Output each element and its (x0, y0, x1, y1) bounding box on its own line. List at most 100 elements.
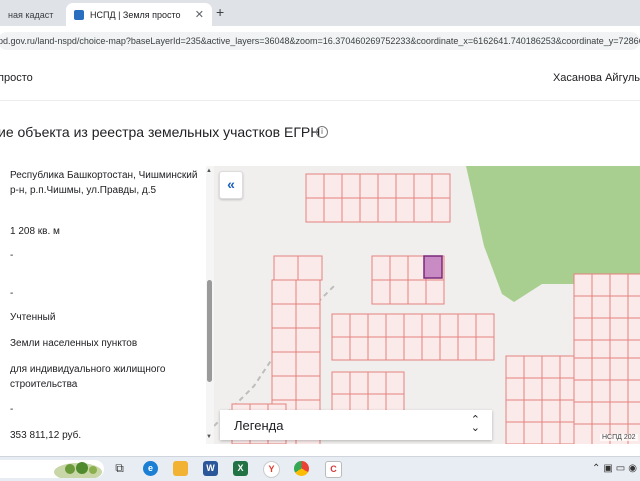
land-parcel (439, 336, 459, 361)
land-parcel (591, 317, 611, 341)
legend-dropdown[interactable]: Легенда ⌃ ⌄ (220, 410, 492, 440)
land-parcel (273, 255, 299, 281)
land-parcel (271, 279, 297, 305)
land-parcel (367, 336, 387, 361)
land-parcel (541, 377, 561, 401)
land-parcel (395, 173, 415, 199)
double-chevron-left-icon[interactable]: « (219, 171, 243, 199)
cadastral-value: 353 811,12 руб. (10, 430, 82, 441)
land-parcel (573, 357, 593, 381)
panel-scroll-thumb[interactable] (207, 280, 212, 382)
land-parcel (573, 295, 593, 319)
land-parcel (609, 379, 629, 403)
land-parcel (389, 255, 409, 281)
land-parcel (505, 399, 525, 423)
landscape-icon (54, 462, 102, 478)
browser-tab-nspd[interactable]: НСПД | Земля просто ✕ (66, 3, 212, 26)
site-brand[interactable]: просто (0, 72, 33, 84)
taskbar-search[interactable] (0, 460, 104, 478)
land-parcel (505, 355, 525, 379)
land-parcel (331, 371, 351, 395)
url-field[interactable]: pd.gov.ru/land-nspd/choice-map?baseLayer… (0, 32, 640, 50)
land-parcel (295, 279, 321, 305)
land-parcel (305, 197, 325, 223)
chevron-up-down-icon[interactable]: ⌃ ⌄ (471, 415, 480, 434)
excel-icon[interactable]: X (233, 461, 248, 476)
address-value: Республика Башкортостан, Чишминский р-н,… (10, 170, 198, 196)
land-parcel (505, 421, 525, 444)
land-parcel (573, 273, 593, 297)
land-parcel (573, 423, 593, 444)
land-parcel (627, 295, 640, 319)
land-parcel (403, 336, 423, 361)
land-parcel (609, 295, 629, 319)
land-parcel (421, 313, 441, 338)
parcel-details-panel: Республика Башкортостан, Чишминский р-н,… (0, 166, 214, 444)
word-icon[interactable]: W (203, 461, 218, 476)
app-c-icon[interactable]: C (325, 461, 342, 478)
land-parcel (271, 303, 297, 329)
land-parcel (523, 421, 543, 444)
land-parcel (591, 273, 611, 297)
land-parcel (349, 313, 369, 338)
land-parcel (609, 273, 629, 297)
map-attribution: НСПД 202 (600, 434, 638, 441)
land-category-value: Земли населенных пунктов (10, 338, 138, 349)
land-parcel (523, 399, 543, 423)
land-parcel (331, 336, 351, 361)
land-parcel (627, 317, 640, 341)
close-icon[interactable]: ✕ (189, 8, 204, 21)
land-parcel (271, 351, 297, 377)
page-title: ие объекта из реестра земельных участков… (0, 124, 321, 140)
area-value: 1 208 кв. м (10, 226, 60, 237)
system-tray-icons[interactable]: ⌃▣▭◉ (592, 463, 640, 474)
empty-value: - (10, 404, 14, 415)
info-icon[interactable]: i (316, 126, 328, 138)
land-parcel (505, 377, 525, 401)
land-parcel (271, 375, 297, 401)
land-parcel (573, 379, 593, 403)
legend-label: Легенда (234, 418, 284, 433)
land-parcel (349, 371, 369, 395)
chrome-icon[interactable] (294, 461, 309, 476)
yandex-browser-icon[interactable]: Y (263, 461, 280, 478)
land-parcel (573, 317, 593, 341)
land-parcel (627, 273, 640, 297)
land-parcel (295, 351, 321, 377)
land-parcel (367, 313, 387, 338)
edge-browser-icon[interactable]: e (143, 461, 158, 476)
address-bar: pd.gov.ru/land-nspd/choice-map?baseLayer… (0, 26, 640, 57)
land-parcel (371, 279, 391, 305)
land-parcel (297, 255, 323, 281)
land-parcel (609, 401, 629, 425)
land-parcel (609, 317, 629, 341)
land-parcel (305, 173, 325, 199)
land-parcel (385, 313, 405, 338)
land-parcel (573, 401, 593, 425)
new-tab-icon[interactable]: + (216, 4, 224, 20)
land-parcel (271, 327, 297, 353)
land-parcel (323, 173, 343, 199)
scroll-up-icon[interactable]: ▲ (206, 168, 212, 174)
site-header: просто Хасанова Айгуль (0, 56, 640, 101)
land-parcel (457, 336, 477, 361)
permitted-use-value: для индивидуального жилищного строительс… (10, 364, 166, 390)
land-parcel (389, 279, 409, 305)
cadastral-map[interactable] (214, 166, 640, 444)
user-name[interactable]: Хасанова Айгуль (553, 72, 640, 84)
scroll-down-icon[interactable]: ▼ (206, 434, 212, 440)
land-parcel (425, 279, 445, 305)
land-parcel (523, 377, 543, 401)
nspd-favicon-icon (74, 9, 84, 20)
task-view-icon[interactable]: ⧉ (112, 461, 127, 476)
land-parcel (523, 355, 543, 379)
land-parcel (349, 336, 369, 361)
land-parcel (295, 327, 321, 353)
map-canvas[interactable] (214, 166, 640, 444)
browser-tab-cadastral[interactable]: ная кадаст (0, 3, 62, 26)
file-explorer-icon[interactable] (173, 461, 188, 476)
land-parcel (439, 313, 459, 338)
land-parcel (475, 313, 495, 338)
land-parcel (385, 336, 405, 361)
tab-title: НСПД | Земля просто (90, 9, 181, 20)
